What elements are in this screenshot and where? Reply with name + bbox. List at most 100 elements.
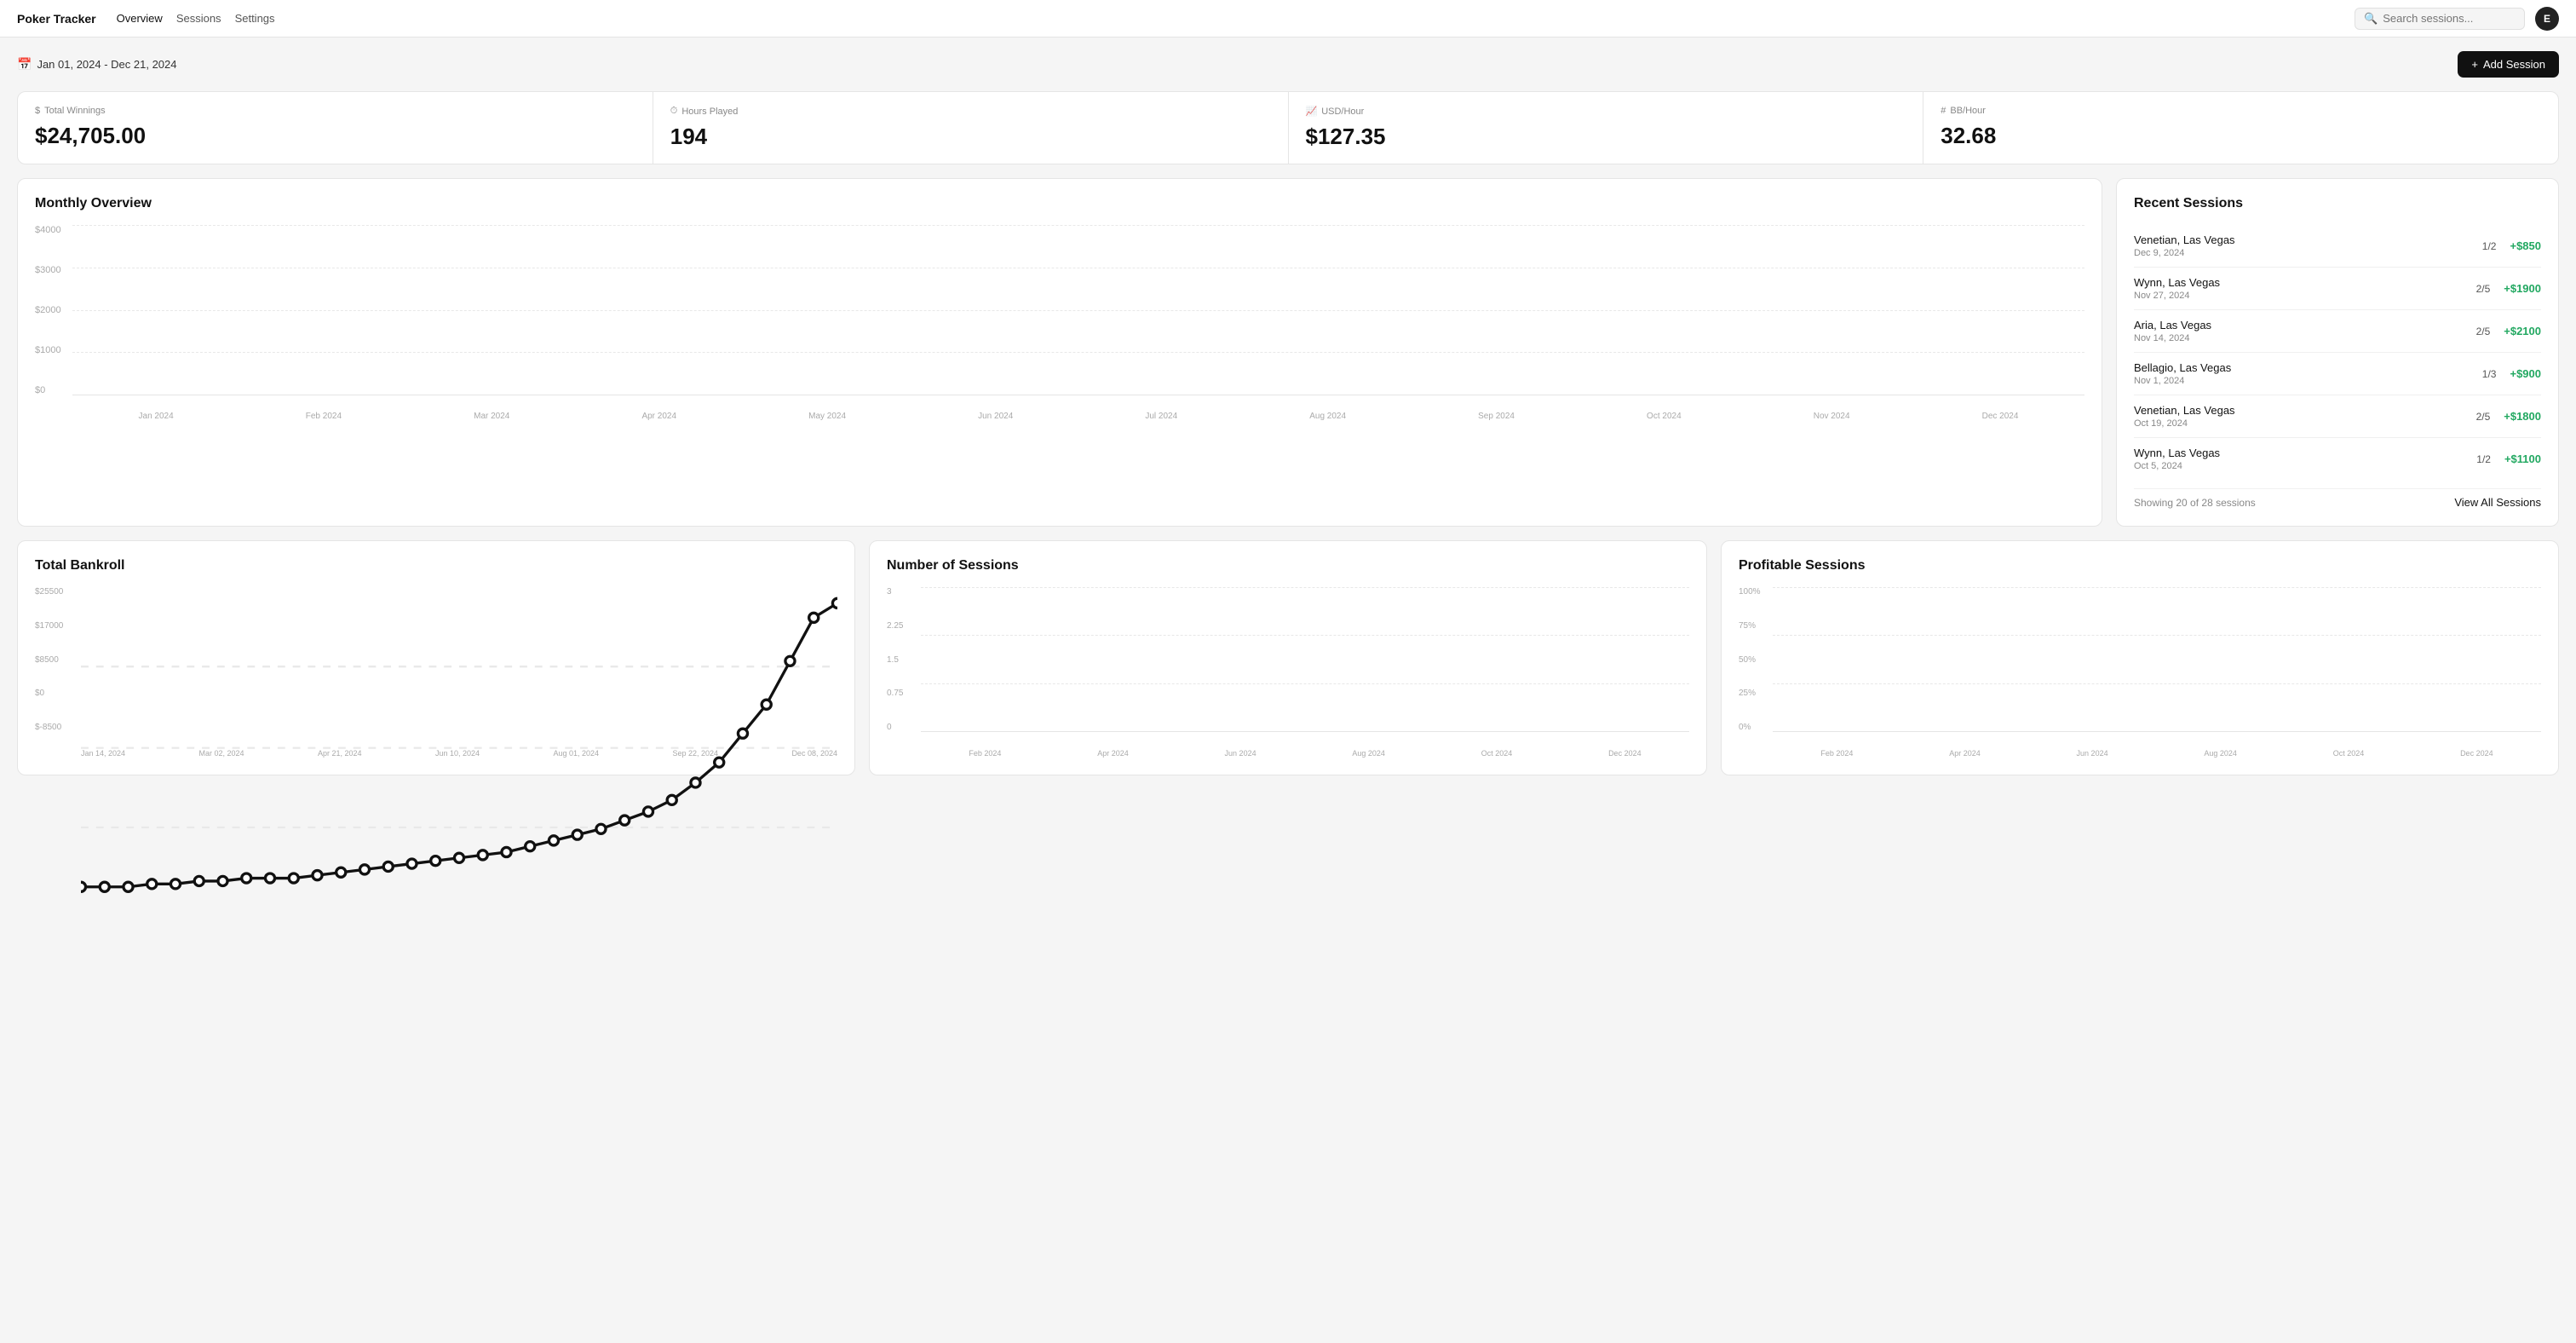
profitable-sessions-panel: Profitable Sessions 100% 75% 50% 25% 0% <box>1721 540 2559 775</box>
session-right: 1/3 +$900 <box>2482 367 2541 380</box>
monthly-overview-title: Monthly Overview <box>35 196 2084 211</box>
y-label: $4000 <box>35 225 69 235</box>
bankroll-panel: Total Bankroll $25500 $17000 $8500 $0 $-… <box>17 540 855 775</box>
bottom-row: Total Bankroll $25500 $17000 $8500 $0 $-… <box>17 540 2559 775</box>
bankroll-dot <box>289 873 298 883</box>
x-label: May 2024 <box>808 412 846 421</box>
monthly-chart-area: $4000 $3000 $2000 $1000 $0 Jan 2024 Feb 2… <box>35 225 2084 421</box>
nav-overview[interactable]: Overview <box>117 9 163 28</box>
bankroll-dot <box>407 859 417 868</box>
num-sessions-x: Feb 2024 Apr 2024 Jun 2024 Aug 2024 Oct … <box>921 749 1689 758</box>
view-all-sessions-link[interactable]: View All Sessions <box>2454 496 2541 509</box>
y-label: $0 <box>35 689 78 698</box>
x-label: Jan 2024 <box>139 412 174 421</box>
session-stakes: 2/5 <box>2476 283 2491 295</box>
num-sessions-chart: 3 2.25 1.5 0.75 0 Feb 2024 Apr 2024 Jun … <box>887 587 1689 758</box>
add-session-button[interactable]: + Add Session <box>2458 51 2559 78</box>
bankroll-dot <box>81 882 86 891</box>
bankroll-x-labels: Jan 14, 2024 Mar 02, 2024 Apr 21, 2024 J… <box>81 749 837 758</box>
session-row[interactable]: Venetian, Las Vegas Dec 9, 2024 1/2 +$85… <box>2134 225 2541 268</box>
x-label: Nov 2024 <box>1814 412 1850 421</box>
y-label: $2000 <box>35 305 69 315</box>
navbar: Poker Tracker Overview Sessions Settings… <box>0 0 2576 37</box>
bankroll-dot <box>549 836 558 845</box>
y-label: $8500 <box>35 655 78 665</box>
nav-settings[interactable]: Settings <box>235 9 275 28</box>
bankroll-dot <box>715 758 724 767</box>
bankroll-dot <box>313 871 322 880</box>
session-stakes: 2/5 <box>2476 326 2491 337</box>
session-right: 1/2 +$850 <box>2482 239 2541 252</box>
session-info: Bellagio, Las Vegas Nov 1, 2024 <box>2134 361 2231 386</box>
session-row[interactable]: Wynn, Las Vegas Nov 27, 2024 2/5 +$1900 <box>2134 268 2541 310</box>
profitable-title: Profitable Sessions <box>1739 558 2541 574</box>
profitable-bars <box>1773 587 2541 732</box>
bankroll-dot <box>809 613 819 622</box>
bankroll-dot <box>785 656 795 666</box>
avatar: E <box>2535 7 2559 31</box>
bankroll-dot <box>478 850 487 860</box>
bankroll-dot <box>643 807 653 816</box>
session-row[interactable]: Bellagio, Las Vegas Nov 1, 2024 1/3 +$90… <box>2134 353 2541 395</box>
session-date: Dec 9, 2024 <box>2134 248 2235 258</box>
x-label: Oct 2024 <box>1647 412 1682 421</box>
x-label: Apr 2024 <box>641 412 676 421</box>
session-info: Wynn, Las Vegas Oct 5, 2024 <box>2134 447 2220 471</box>
session-venue: Aria, Las Vegas <box>2134 319 2211 331</box>
session-profit: +$2100 <box>2504 325 2541 337</box>
bankroll-dot <box>620 816 630 825</box>
add-session-label: Add Session <box>2483 58 2545 71</box>
num-sessions-bars <box>921 587 1689 732</box>
session-row[interactable]: Venetian, Las Vegas Oct 19, 2024 2/5 +$1… <box>2134 395 2541 438</box>
session-right: 2/5 +$1900 <box>2476 282 2541 295</box>
sessions-count: Showing 20 of 28 sessions <box>2134 497 2256 509</box>
session-venue: Bellagio, Las Vegas <box>2134 361 2231 374</box>
stat-usd-hour: 📈 USD/Hour $127.35 <box>1289 92 1923 164</box>
y-label: $3000 <box>35 265 69 275</box>
nav-links: Overview Sessions Settings <box>117 9 275 28</box>
hash-icon: # <box>1941 106 1946 116</box>
stat-value-winnings: $24,705.00 <box>35 123 635 149</box>
app-brand: Poker Tracker <box>17 12 96 26</box>
session-stakes: 1/2 <box>2476 453 2491 465</box>
nav-sessions[interactable]: Sessions <box>176 9 221 28</box>
session-info: Aria, Las Vegas Nov 14, 2024 <box>2134 319 2211 343</box>
session-venue: Wynn, Las Vegas <box>2134 276 2220 289</box>
sessions-footer: Showing 20 of 28 sessions View All Sessi… <box>2134 488 2541 509</box>
stat-label-winnings: $ Total Winnings <box>35 106 635 116</box>
x-label: Feb 2024 <box>306 412 342 421</box>
bankroll-dot <box>832 598 837 608</box>
num-sessions-panel: Number of Sessions 3 2.25 1.5 0.75 0 <box>869 540 1707 775</box>
plus-icon: + <box>2471 58 2478 71</box>
stat-label-bb: # BB/Hour <box>1941 106 2541 116</box>
session-row[interactable]: Wynn, Las Vegas Oct 5, 2024 1/2 +$1100 <box>2134 438 2541 480</box>
dollar-icon: $ <box>35 106 40 116</box>
stat-label-usd: 📈 USD/Hour <box>1306 106 1906 117</box>
date-range-label: Jan 01, 2024 - Dec 21, 2024 <box>37 58 176 71</box>
session-info: Wynn, Las Vegas Nov 27, 2024 <box>2134 276 2220 301</box>
search-box[interactable]: 🔍 <box>2355 8 2525 30</box>
session-profit: +$1800 <box>2504 410 2541 423</box>
bankroll-dot <box>100 882 109 891</box>
session-row[interactable]: Aria, Las Vegas Nov 14, 2024 2/5 +$2100 <box>2134 310 2541 353</box>
bankroll-dot <box>124 882 133 891</box>
session-profit: +$900 <box>2510 367 2541 380</box>
profitable-x: Feb 2024 Apr 2024 Jun 2024 Aug 2024 Oct … <box>1773 749 2541 758</box>
bankroll-dot <box>596 824 606 833</box>
search-input[interactable] <box>2383 12 2516 25</box>
bankroll-y-labels: $25500 $17000 $8500 $0 $-8500 <box>35 587 78 732</box>
session-venue: Wynn, Las Vegas <box>2134 447 2220 459</box>
bankroll-dot <box>265 873 274 883</box>
bankroll-dot <box>336 867 346 877</box>
chart-y-labels: $4000 $3000 $2000 $1000 $0 <box>35 225 69 395</box>
session-stakes: 1/3 <box>2482 368 2497 380</box>
search-icon: 🔍 <box>2364 12 2378 26</box>
date-range[interactable]: 📅 Jan 01, 2024 - Dec 21, 2024 <box>17 57 177 72</box>
session-right: 2/5 +$2100 <box>2476 325 2541 337</box>
session-venue: Venetian, Las Vegas <box>2134 404 2235 417</box>
bankroll-dot <box>218 876 227 885</box>
session-profit: +$1100 <box>2504 452 2541 465</box>
session-date: Oct 19, 2024 <box>2134 418 2235 429</box>
session-info: Venetian, Las Vegas Dec 9, 2024 <box>2134 233 2235 258</box>
session-profit: +$850 <box>2510 239 2541 252</box>
